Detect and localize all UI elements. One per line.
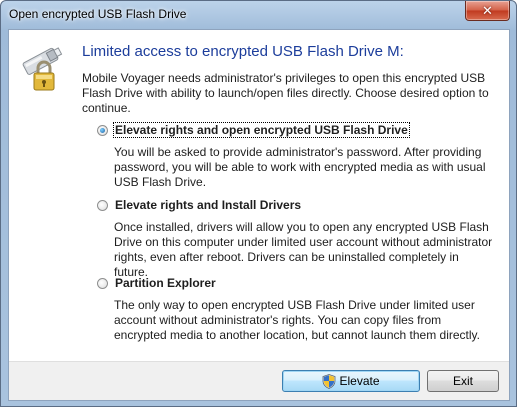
title-bar[interactable]: Open encrypted USB Flash Drive ✕ (1, 1, 516, 27)
option-elevate-open[interactable]: Elevate rights and open encrypted USB Fl… (97, 122, 497, 190)
option-description: The only way to open encrypted USB Flash… (114, 298, 480, 342)
close-icon: ✕ (482, 2, 493, 18)
window-title: Open encrypted USB Flash Drive (9, 7, 187, 21)
dialog-content: Limited access to encrypted USB Flash Dr… (8, 29, 510, 401)
radio-install-drivers[interactable] (97, 199, 108, 211)
option-description: You will be asked to provide administrat… (114, 145, 486, 189)
dialog-window: Open encrypted USB Flash Drive ✕ Limited… (0, 0, 517, 407)
intro-text: Mobile Voyager needs administrator's pri… (82, 71, 489, 115)
close-button[interactable]: ✕ (465, 1, 510, 21)
radio-elevate-open[interactable] (97, 124, 108, 136)
option-label[interactable]: Elevate rights and Install Drivers (114, 198, 302, 212)
option-description: Once installed, drivers will allow you t… (114, 220, 493, 279)
exit-button-label: Exit (452, 374, 473, 388)
option-label[interactable]: Elevate rights and open encrypted USB Fl… (113, 122, 410, 138)
elevate-button[interactable]: Elevate (282, 370, 420, 392)
elevate-button-label: Elevate (339, 374, 380, 388)
option-partition-explorer[interactable]: Partition Explorer The only way to open … (97, 275, 497, 343)
button-bar: Elevate Exit (9, 361, 509, 400)
radio-partition-explorer[interactable] (97, 277, 108, 289)
exit-button[interactable]: Exit (427, 370, 499, 392)
usb-lock-icon (22, 47, 63, 91)
dialog-heading: Limited access to encrypted USB Flash Dr… (82, 43, 404, 60)
uac-shield-icon (323, 373, 336, 389)
option-label[interactable]: Partition Explorer (114, 276, 217, 290)
option-install-drivers[interactable]: Elevate rights and Install Drivers Once … (97, 197, 497, 280)
